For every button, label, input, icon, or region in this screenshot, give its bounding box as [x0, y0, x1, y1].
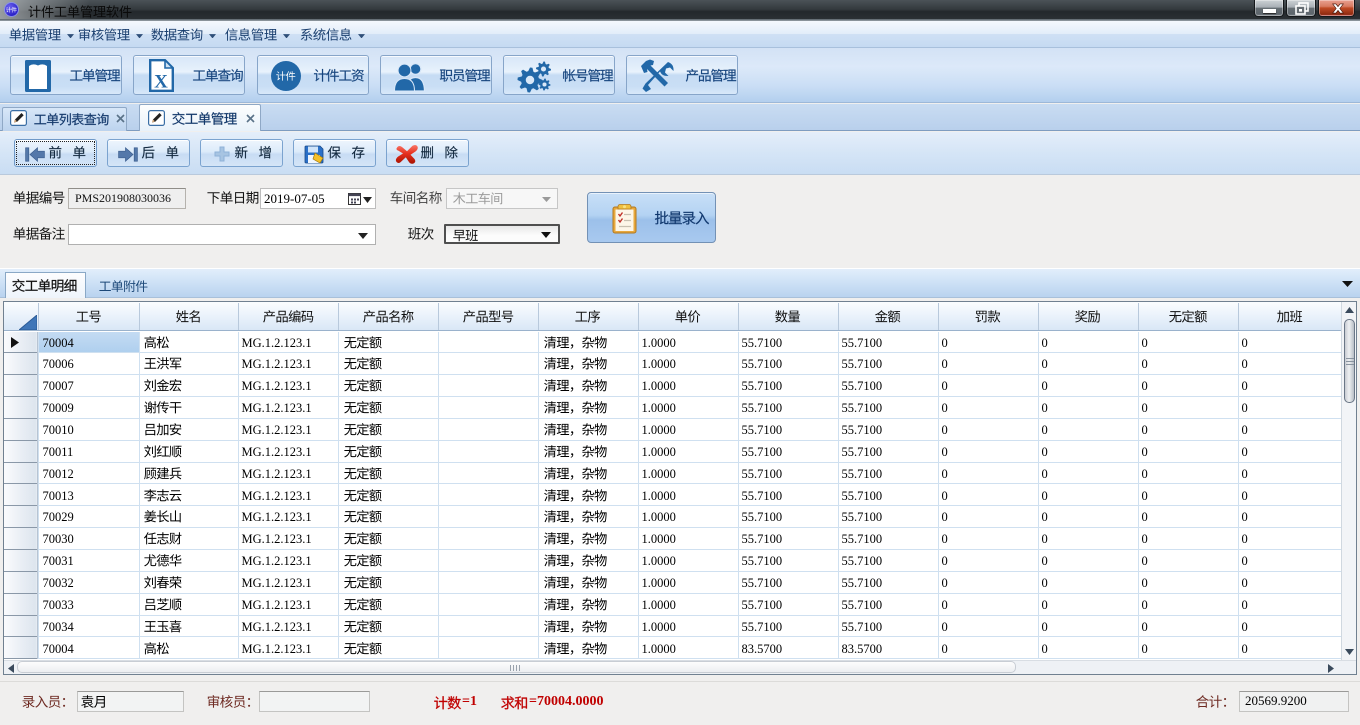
- svg-text:X: X: [154, 72, 168, 93]
